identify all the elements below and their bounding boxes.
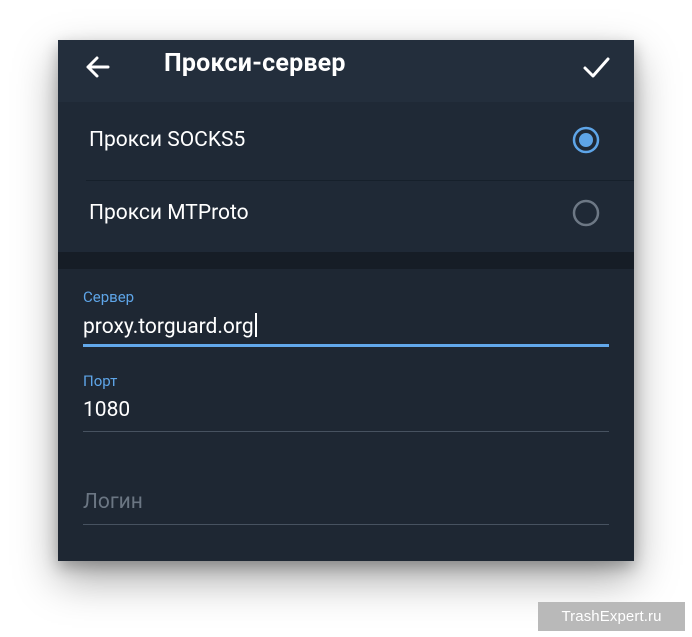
toolbar: Прокси-сервер — [58, 40, 634, 102]
server-field-label: Сервер — [83, 288, 135, 306]
port-input[interactable]: 1080 — [83, 398, 130, 422]
login-input[interactable]: Логин — [83, 490, 143, 514]
watermark: TrashExpert.ru — [538, 602, 685, 631]
proxy-option-socks5[interactable]: Прокси SOCKS5 — [58, 104, 634, 181]
proxy-settings-screen: Прокси-сервер Прокси SOCKS5 Прокси MTPro… — [58, 40, 634, 561]
server-input[interactable]: proxy.torguard.org — [83, 313, 257, 339]
arrow-left-icon — [86, 56, 110, 78]
text-cursor — [254, 313, 257, 337]
server-input-value: proxy.torguard.org — [83, 315, 254, 339]
proxy-option-mtproto[interactable]: Прокси MTProto — [58, 177, 634, 250]
proxy-option-label: Прокси MTProto — [89, 201, 249, 225]
radio-selected-icon[interactable] — [571, 125, 601, 155]
section-divider — [58, 252, 634, 269]
back-button[interactable] — [78, 47, 118, 87]
confirm-button[interactable] — [576, 47, 616, 87]
proxy-option-label: Прокси SOCKS5 — [89, 128, 246, 152]
server-input-underline — [83, 344, 609, 347]
proxy-type-list: Прокси SOCKS5 Прокси MTProto — [58, 102, 634, 252]
login-input-underline — [83, 524, 609, 525]
radio-unselected-icon[interactable] — [571, 198, 601, 228]
port-input-underline — [83, 431, 609, 432]
port-field-label: Порт — [83, 372, 118, 390]
check-icon — [583, 57, 610, 78]
page-title: Прокси-сервер — [164, 49, 346, 78]
proxy-form: Сервер proxy.torguard.org Порт 1080 Логи… — [58, 269, 634, 561]
